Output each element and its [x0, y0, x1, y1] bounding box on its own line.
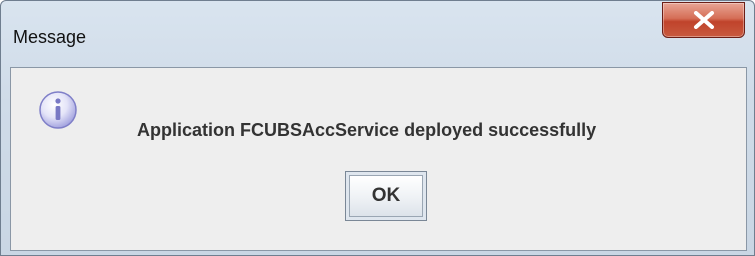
dialog-content: Application FCUBSAccService deployed suc…: [10, 67, 747, 251]
info-icon: [39, 91, 77, 129]
title-bar[interactable]: Message: [1, 1, 754, 61]
close-icon: [694, 11, 714, 29]
ok-button[interactable]: OK: [345, 171, 427, 221]
message-text: Application FCUBSAccService deployed suc…: [137, 120, 597, 140]
close-button[interactable]: [662, 2, 745, 38]
message-dialog: Message Application FCUBSAccService depl…: [0, 0, 755, 256]
dialog-title: Message: [13, 27, 87, 47]
ok-button-label: OK: [349, 175, 423, 217]
